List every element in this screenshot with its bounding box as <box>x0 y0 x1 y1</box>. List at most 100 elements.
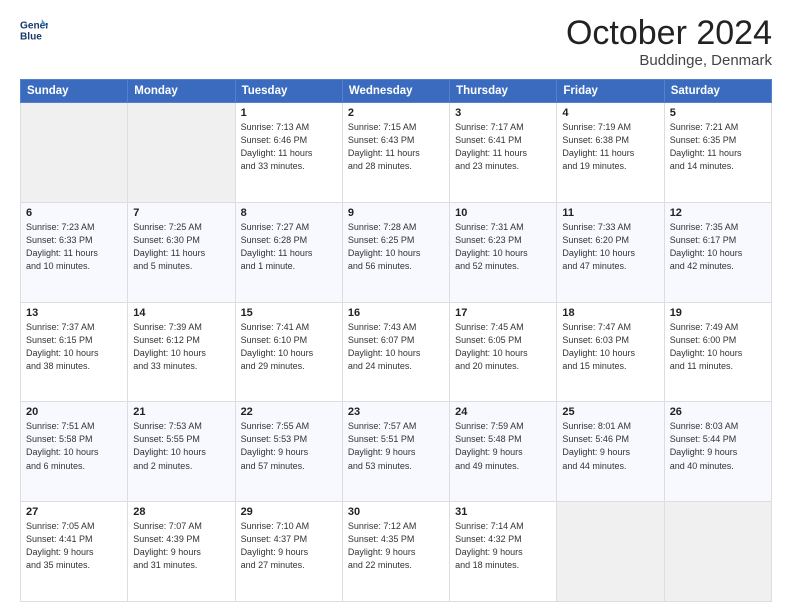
calendar-week-row: 1Sunrise: 7:13 AM Sunset: 6:46 PM Daylig… <box>21 103 772 203</box>
day-number: 2 <box>348 107 444 119</box>
day-number: 20 <box>26 406 122 418</box>
day-number: 1 <box>241 107 337 119</box>
calendar-cell <box>557 502 664 602</box>
day-info: Sunrise: 7:21 AM Sunset: 6:35 PM Dayligh… <box>670 121 766 173</box>
page: General Blue October 2024 Buddinge, Denm… <box>0 0 792 612</box>
day-info: Sunrise: 8:03 AM Sunset: 5:44 PM Dayligh… <box>670 420 766 472</box>
calendar-cell: 8 Sunrise: 7:27 AM Sunset: 6:28 PM Daylig… <box>235 202 342 302</box>
day-info: Sunrise: 7:35 AM Sunset: 6:17 PM Dayligh… <box>670 221 766 273</box>
calendar-day-header: Wednesday <box>342 80 449 103</box>
calendar-cell <box>128 103 235 203</box>
calendar-cell: 23Sunrise: 7:57 AM Sunset: 5:51 PM Dayli… <box>342 402 449 502</box>
calendar-cell: 21 Sunrise: 7:53 AM Sunset: 5:55 PM Dayli… <box>128 402 235 502</box>
calendar-day-header: Tuesday <box>235 80 342 103</box>
calendar-cell: 15 Sunrise: 7:41 AM Sunset: 6:10 PM Dayli… <box>235 302 342 402</box>
day-number: 4 <box>562 107 658 119</box>
day-info: Sunrise: 7:57 AM Sunset: 5:51 PM Dayligh… <box>348 420 444 472</box>
calendar-day-header: Thursday <box>450 80 557 103</box>
calendar-cell: 12 Sunrise: 7:35 AM Sunset: 6:17 PM Dayli… <box>664 202 771 302</box>
calendar-cell: 14 Sunrise: 7:39 AM Sunset: 6:12 PM Dayli… <box>128 302 235 402</box>
day-number: 14 <box>133 307 229 319</box>
logo: General Blue <box>20 16 48 44</box>
calendar-cell: 16 Sunrise: 7:43 AM Sunset: 6:07 PM Dayli… <box>342 302 449 402</box>
day-info: Sunrise: 8:01 AM Sunset: 5:46 PM Dayligh… <box>562 420 658 472</box>
day-number: 31 <box>455 506 551 518</box>
day-info: Sunrise: 7:59 AM Sunset: 5:48 PM Dayligh… <box>455 420 551 472</box>
calendar-cell: 26 Sunrise: 8:03 AM Sunset: 5:44 PM Dayli… <box>664 402 771 502</box>
calendar-cell: 28 Sunrise: 7:07 AM Sunset: 4:39 PM Dayli… <box>128 502 235 602</box>
calendar-cell: 10Sunrise: 7:31 AM Sunset: 6:23 PM Dayli… <box>450 202 557 302</box>
calendar-cell: 27 Sunrise: 7:05 AM Sunset: 4:41 PM Dayli… <box>21 502 128 602</box>
calendar-header-row: SundayMondayTuesdayWednesdayThursdayFrid… <box>21 80 772 103</box>
day-info: Sunrise: 7:49 AM Sunset: 6:00 PM Dayligh… <box>670 321 766 373</box>
calendar-cell: 1Sunrise: 7:13 AM Sunset: 6:46 PM Daylig… <box>235 103 342 203</box>
calendar-cell: 13Sunrise: 7:37 AM Sunset: 6:15 PM Dayli… <box>21 302 128 402</box>
day-number: 9 <box>348 207 444 219</box>
day-info: Sunrise: 7:23 AM Sunset: 6:33 PM Dayligh… <box>26 221 122 273</box>
day-number: 30 <box>348 506 444 518</box>
day-number: 15 <box>241 307 337 319</box>
day-info: Sunrise: 7:39 AM Sunset: 6:12 PM Dayligh… <box>133 321 229 373</box>
day-info: Sunrise: 7:33 AM Sunset: 6:20 PM Dayligh… <box>562 221 658 273</box>
calendar-cell: 24 Sunrise: 7:59 AM Sunset: 5:48 PM Dayli… <box>450 402 557 502</box>
day-info: Sunrise: 7:43 AM Sunset: 6:07 PM Dayligh… <box>348 321 444 373</box>
calendar-cell: 3 Sunrise: 7:17 AM Sunset: 6:41 PM Daylig… <box>450 103 557 203</box>
day-info: Sunrise: 7:17 AM Sunset: 6:41 PM Dayligh… <box>455 121 551 173</box>
day-info: Sunrise: 7:28 AM Sunset: 6:25 PM Dayligh… <box>348 221 444 273</box>
calendar-cell: 17 Sunrise: 7:45 AM Sunset: 6:05 PM Dayli… <box>450 302 557 402</box>
calendar-cell: 9 Sunrise: 7:28 AM Sunset: 6:25 PM Daylig… <box>342 202 449 302</box>
calendar-cell: 29Sunrise: 7:10 AM Sunset: 4:37 PM Dayli… <box>235 502 342 602</box>
day-info: Sunrise: 7:25 AM Sunset: 6:30 PM Dayligh… <box>133 221 229 273</box>
main-title: October 2024 <box>566 16 772 50</box>
day-number: 24 <box>455 406 551 418</box>
calendar-cell: 4Sunrise: 7:19 AM Sunset: 6:38 PM Daylig… <box>557 103 664 203</box>
day-info: Sunrise: 7:53 AM Sunset: 5:55 PM Dayligh… <box>133 420 229 472</box>
day-number: 21 <box>133 406 229 418</box>
day-info: Sunrise: 7:31 AM Sunset: 6:23 PM Dayligh… <box>455 221 551 273</box>
day-number: 6 <box>26 207 122 219</box>
day-info: Sunrise: 7:51 AM Sunset: 5:58 PM Dayligh… <box>26 420 122 472</box>
calendar-cell: 20 Sunrise: 7:51 AM Sunset: 5:58 PM Dayli… <box>21 402 128 502</box>
day-number: 28 <box>133 506 229 518</box>
day-number: 11 <box>562 207 658 219</box>
calendar-day-header: Monday <box>128 80 235 103</box>
day-info: Sunrise: 7:15 AM Sunset: 6:43 PM Dayligh… <box>348 121 444 173</box>
day-info: Sunrise: 7:45 AM Sunset: 6:05 PM Dayligh… <box>455 321 551 373</box>
calendar-week-row: 6 Sunrise: 7:23 AM Sunset: 6:33 PM Daylig… <box>21 202 772 302</box>
calendar-cell <box>664 502 771 602</box>
day-info: Sunrise: 7:37 AM Sunset: 6:15 PM Dayligh… <box>26 321 122 373</box>
day-info: Sunrise: 7:07 AM Sunset: 4:39 PM Dayligh… <box>133 520 229 572</box>
day-number: 25 <box>562 406 658 418</box>
day-info: Sunrise: 7:14 AM Sunset: 4:32 PM Dayligh… <box>455 520 551 572</box>
day-number: 27 <box>26 506 122 518</box>
title-area: October 2024 Buddinge, Denmark <box>566 16 772 69</box>
day-info: Sunrise: 7:41 AM Sunset: 6:10 PM Dayligh… <box>241 321 337 373</box>
day-number: 3 <box>455 107 551 119</box>
day-number: 17 <box>455 307 551 319</box>
day-number: 16 <box>348 307 444 319</box>
calendar-table: SundayMondayTuesdayWednesdayThursdayFrid… <box>20 79 772 602</box>
svg-text:Blue: Blue <box>20 31 42 42</box>
day-number: 5 <box>670 107 766 119</box>
day-number: 22 <box>241 406 337 418</box>
subtitle: Buddinge, Denmark <box>566 52 772 69</box>
day-number: 8 <box>241 207 337 219</box>
calendar-day-header: Friday <box>557 80 664 103</box>
calendar-day-header: Saturday <box>664 80 771 103</box>
calendar-cell: 30 Sunrise: 7:12 AM Sunset: 4:35 PM Dayli… <box>342 502 449 602</box>
day-info: Sunrise: 7:55 AM Sunset: 5:53 PM Dayligh… <box>241 420 337 472</box>
calendar-week-row: 27 Sunrise: 7:05 AM Sunset: 4:41 PM Dayli… <box>21 502 772 602</box>
day-info: Sunrise: 7:05 AM Sunset: 4:41 PM Dayligh… <box>26 520 122 572</box>
day-number: 12 <box>670 207 766 219</box>
calendar-cell <box>21 103 128 203</box>
day-number: 26 <box>670 406 766 418</box>
day-info: Sunrise: 7:12 AM Sunset: 4:35 PM Dayligh… <box>348 520 444 572</box>
day-info: Sunrise: 7:27 AM Sunset: 6:28 PM Dayligh… <box>241 221 337 273</box>
day-info: Sunrise: 7:47 AM Sunset: 6:03 PM Dayligh… <box>562 321 658 373</box>
day-number: 29 <box>241 506 337 518</box>
calendar-cell: 22 Sunrise: 7:55 AM Sunset: 5:53 PM Dayli… <box>235 402 342 502</box>
calendar-cell: 18Sunrise: 7:47 AM Sunset: 6:03 PM Dayli… <box>557 302 664 402</box>
calendar-cell: 5 Sunrise: 7:21 AM Sunset: 6:35 PM Daylig… <box>664 103 771 203</box>
calendar-day-header: Sunday <box>21 80 128 103</box>
calendar-cell: 6 Sunrise: 7:23 AM Sunset: 6:33 PM Daylig… <box>21 202 128 302</box>
